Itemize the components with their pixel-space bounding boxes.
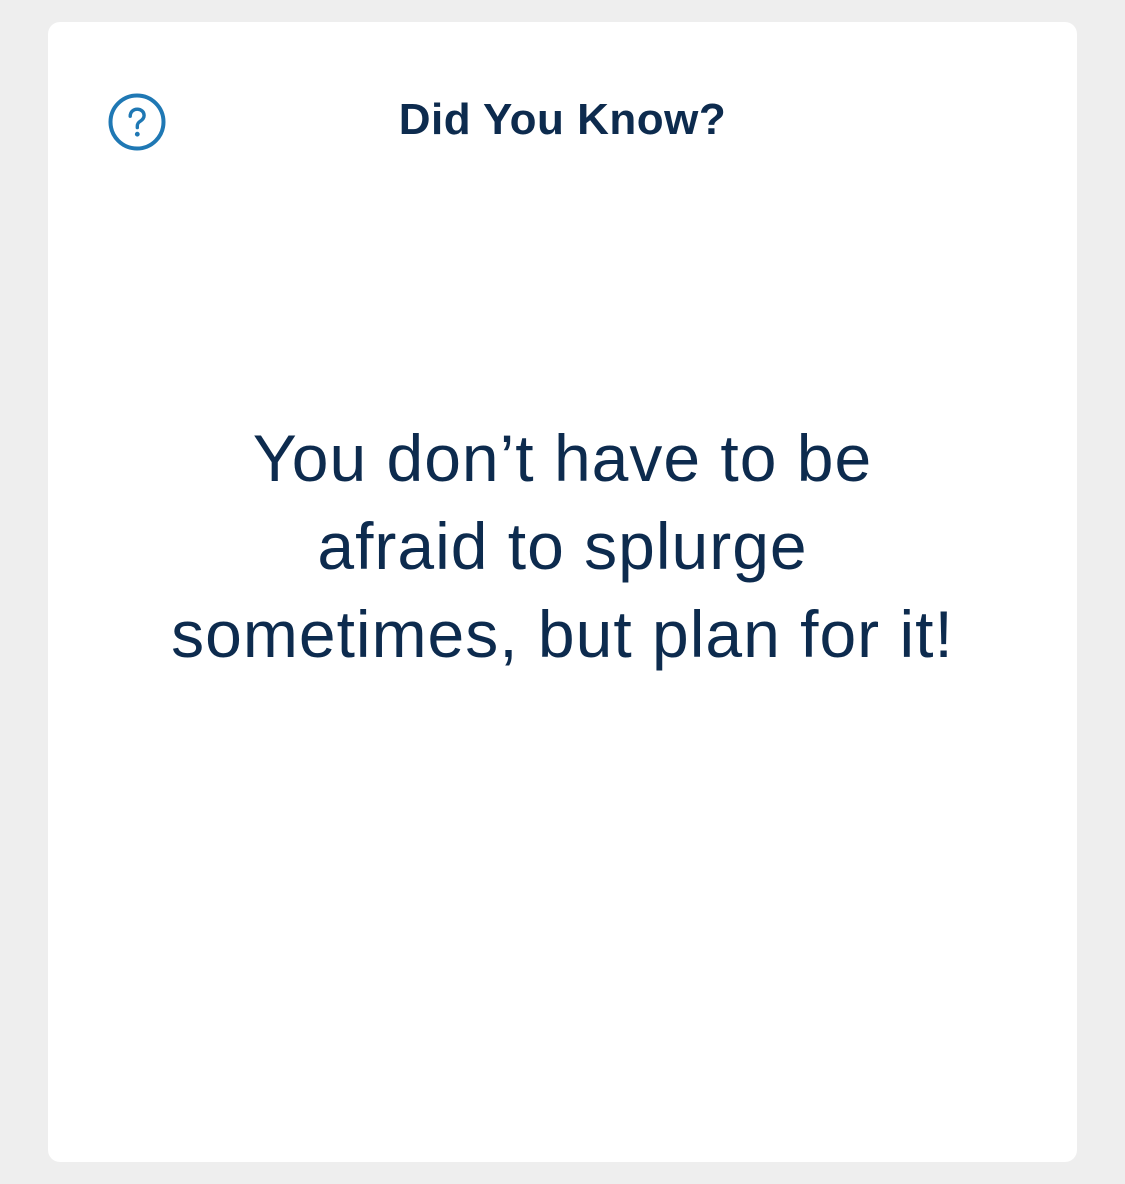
did-you-know-card: Did You Know? You don’t have to be afrai… xyxy=(48,22,1077,1162)
card-title: Did You Know? xyxy=(398,95,727,144)
tip-text: You don’t have to be afraid to splurge s… xyxy=(171,421,954,671)
